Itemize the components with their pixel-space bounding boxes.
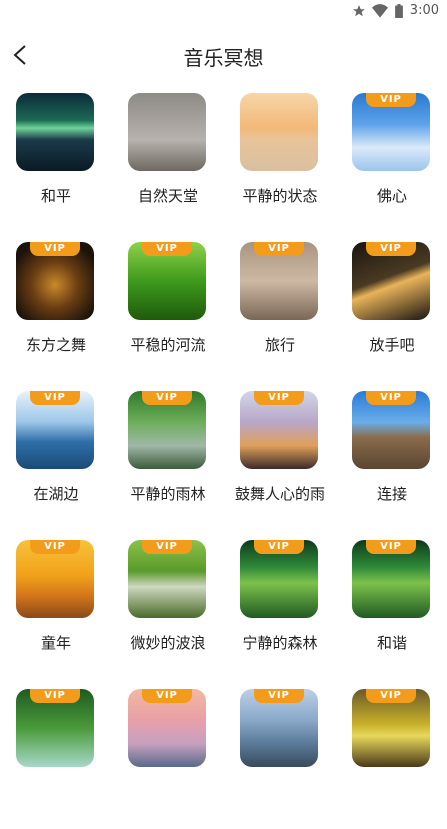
status-bar: 3:00 bbox=[0, 0, 447, 26]
status-icons: 3:00 bbox=[352, 3, 439, 18]
vip-badge: VIP bbox=[254, 540, 304, 554]
music-item-label: 连接 bbox=[376, 485, 407, 503]
music-item[interactable]: VIP 东方之舞 bbox=[0, 242, 112, 382]
vip-badge: VIP bbox=[366, 391, 416, 405]
music-thumbnail: VIP bbox=[352, 242, 430, 320]
vip-badge: VIP bbox=[30, 391, 80, 405]
music-item-label: 平稳的河流 bbox=[130, 336, 206, 354]
music-item[interactable]: VIP bbox=[112, 689, 224, 829]
vip-badge: VIP bbox=[366, 242, 416, 256]
music-item-label: 在湖边 bbox=[33, 485, 79, 503]
music-item[interactable]: VIP 平稳的河流 bbox=[112, 242, 224, 382]
music-item[interactable]: VIP 和谐 bbox=[336, 540, 447, 680]
vip-badge: VIP bbox=[366, 689, 416, 703]
vip-badge: VIP bbox=[30, 540, 80, 554]
wifi-icon bbox=[371, 3, 388, 18]
music-thumbnail: VIP bbox=[352, 93, 430, 171]
music-thumbnail: VIP bbox=[128, 689, 206, 767]
music-item[interactable]: VIP 连接 bbox=[336, 391, 447, 531]
music-item[interactable]: VIP 微妙的波浪 bbox=[112, 540, 224, 680]
vip-badge: VIP bbox=[142, 242, 192, 256]
battery-icon bbox=[394, 3, 404, 18]
music-thumbnail: VIP bbox=[240, 540, 318, 618]
music-thumbnail: VIP bbox=[16, 391, 94, 469]
header-bar: 音乐冥想 bbox=[0, 30, 447, 80]
music-thumbnail: VIP bbox=[16, 540, 94, 618]
music-thumbnail: VIP bbox=[128, 242, 206, 320]
music-item[interactable]: VIP 佛心 bbox=[336, 93, 447, 233]
music-item-label: 宁静的森林 bbox=[242, 634, 318, 652]
music-item[interactable]: 平静的状态 bbox=[224, 93, 336, 233]
music-item-label: 东方之舞 bbox=[25, 336, 86, 354]
music-item-label: 平静的雨林 bbox=[130, 485, 206, 503]
music-thumbnail bbox=[128, 93, 206, 171]
music-thumbnail: VIP bbox=[352, 540, 430, 618]
music-thumbnail bbox=[16, 93, 94, 171]
music-item[interactable]: 和平 bbox=[0, 93, 112, 233]
music-thumbnail: VIP bbox=[352, 391, 430, 469]
music-thumbnail: VIP bbox=[240, 242, 318, 320]
music-item[interactable]: 自然天堂 bbox=[112, 93, 224, 233]
star-icon bbox=[352, 4, 366, 18]
music-item-label: 和平 bbox=[40, 187, 71, 205]
vip-badge: VIP bbox=[30, 689, 80, 703]
vip-badge: VIP bbox=[142, 689, 192, 703]
music-item-label: 自然天堂 bbox=[137, 187, 198, 205]
music-item[interactable]: VIP bbox=[224, 689, 336, 829]
music-thumbnail: VIP bbox=[240, 689, 318, 767]
music-item-label: 放手吧 bbox=[369, 336, 415, 354]
music-thumbnail: VIP bbox=[16, 242, 94, 320]
status-time: 3:00 bbox=[409, 3, 439, 18]
vip-badge: VIP bbox=[366, 540, 416, 554]
music-item[interactable]: VIP 童年 bbox=[0, 540, 112, 680]
vip-badge: VIP bbox=[254, 689, 304, 703]
music-thumbnail: VIP bbox=[128, 391, 206, 469]
music-item[interactable]: VIP 平静的雨林 bbox=[112, 391, 224, 531]
vip-badge: VIP bbox=[254, 242, 304, 256]
vip-badge: VIP bbox=[142, 391, 192, 405]
music-item[interactable]: VIP 宁静的森林 bbox=[224, 540, 336, 680]
music-item-label: 童年 bbox=[40, 634, 71, 652]
vip-badge: VIP bbox=[30, 242, 80, 256]
vip-badge: VIP bbox=[142, 540, 192, 554]
music-item[interactable]: VIP 在湖边 bbox=[0, 391, 112, 531]
music-item-label: 微妙的波浪 bbox=[130, 634, 206, 652]
music-item[interactable]: VIP 旅行 bbox=[224, 242, 336, 382]
page-title: 音乐冥想 bbox=[183, 46, 264, 70]
music-item[interactable]: VIP bbox=[336, 689, 447, 829]
music-item-label: 鼓舞人心的雨 bbox=[234, 485, 325, 503]
music-item-label: 旅行 bbox=[264, 336, 295, 354]
music-item-label: 佛心 bbox=[376, 187, 407, 205]
music-thumbnail: VIP bbox=[16, 689, 94, 767]
music-thumbnail: VIP bbox=[128, 540, 206, 618]
vip-badge: VIP bbox=[254, 391, 304, 405]
music-item-label: 和谐 bbox=[376, 634, 407, 652]
music-thumbnail bbox=[240, 93, 318, 171]
music-item[interactable]: VIP 放手吧 bbox=[336, 242, 447, 382]
music-item[interactable]: VIP bbox=[0, 689, 112, 829]
music-item-label: 平静的状态 bbox=[242, 187, 318, 205]
vip-badge: VIP bbox=[366, 93, 416, 107]
music-thumbnail: VIP bbox=[352, 689, 430, 767]
music-item[interactable]: VIP 鼓舞人心的雨 bbox=[224, 391, 336, 531]
music-thumbnail: VIP bbox=[240, 391, 318, 469]
